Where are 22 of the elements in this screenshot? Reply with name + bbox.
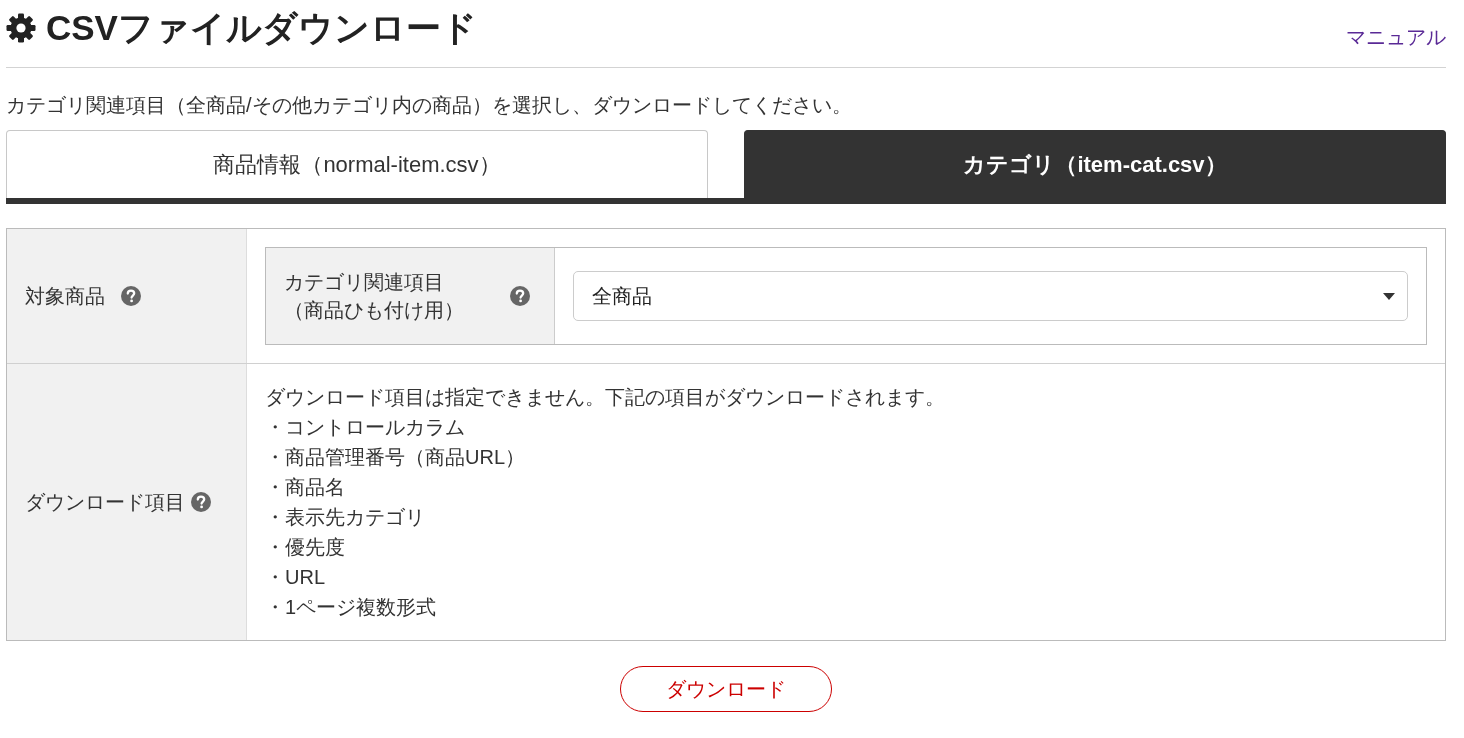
download-item: ・1ページ複数形式	[265, 595, 437, 620]
download-item: ・優先度	[265, 535, 345, 560]
help-icon[interactable]	[121, 286, 141, 306]
row-label: 対象商品	[25, 283, 105, 309]
download-item: ・表示先カテゴリ	[265, 505, 425, 530]
category-select[interactable]: 全商品	[573, 271, 1408, 321]
download-item: ・コントロールカラム	[265, 415, 465, 440]
instruction-text: カテゴリ関連項目（全商品/その他カテゴリ内の商品）を選択し、ダウンロードしてください。	[6, 93, 853, 118]
tab[interactable]: 商品情報（normal-item.csv）	[6, 130, 708, 198]
download-item: ・商品管理番号（商品URL）	[265, 445, 525, 470]
download-item: ・URL	[265, 565, 325, 590]
download-note: ダウンロード項目は指定できません。下記の項目がダウンロードされます。	[265, 385, 945, 410]
download-button[interactable]: ダウンロード	[620, 666, 832, 712]
row-label: ダウンロード項目	[25, 489, 185, 515]
help-icon[interactable]	[191, 492, 211, 512]
help-icon[interactable]	[510, 286, 530, 306]
manual-link[interactable]: マニュアル	[1346, 23, 1446, 51]
caret-icon	[1383, 292, 1395, 300]
field-label: カテゴリ関連項目 （商品ひも付け用）	[284, 270, 464, 323]
download-item: ・商品名	[265, 475, 345, 500]
tab[interactable]: カテゴリ（item-cat.csv）	[744, 130, 1446, 198]
page-title: CSVファイルダウンロード	[46, 7, 477, 49]
